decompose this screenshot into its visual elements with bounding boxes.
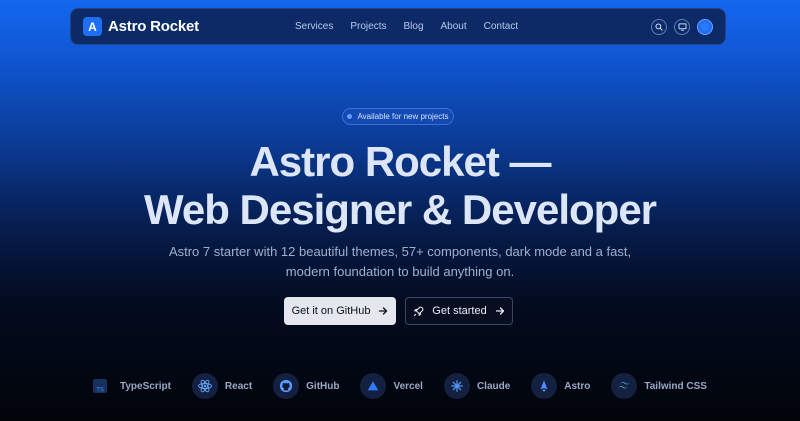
tech-item-typescript: TS TypeScript [87,373,171,399]
status-dot-icon [347,114,353,119]
availability-badge-text: Available for new projects [357,112,449,121]
search-icon [655,22,663,31]
hero-subtitle-line-2: modern foundation to build anything on. [285,264,515,279]
arrow-right-icon [495,307,504,315]
rocket-icon [414,306,424,316]
theme-toggle-button[interactable] [697,18,713,35]
tech-item-vercel: Vercel [360,373,423,399]
react-icon [191,373,218,399]
nav-link-projects[interactable]: Projects [350,21,386,32]
tailwind-icon [611,373,638,399]
github-cta-label: Get it on GitHub [291,305,371,317]
typescript-icon: TS [87,373,113,399]
nav-link-contact[interactable]: Contact [484,21,518,32]
svg-text:TS: TS [96,388,104,394]
tech-item-tailwind: Tailwind CSS [611,373,707,399]
tech-label: Astro [564,380,591,392]
github-cta-button[interactable]: Get it on GitHub [284,297,396,325]
hero-subtitle-line-1: Astro 7 starter with 12 beautiful themes… [168,244,632,259]
search-button[interactable] [651,18,667,35]
tech-item-astro: Astro [531,373,590,399]
theme-dot-icon [701,22,709,31]
tech-label: Claude [476,380,511,392]
hero-title: Astro Rocket — Web Designer & Developer [0,138,800,234]
vercel-icon [360,373,387,399]
display-mode-button[interactable] [674,18,690,35]
tech-item-github: GitHub [273,373,339,399]
astro-icon [531,373,558,399]
logo-icon: A [83,17,102,36]
tech-item-react: React [191,373,253,399]
github-icon [273,373,300,399]
hero-title-line-1: Astro Rocket — [249,138,551,185]
arrow-right-icon [379,307,388,315]
claude-icon [443,373,470,399]
tech-label: TypeScript [120,380,171,392]
availability-badge: Available for new projects [342,108,454,125]
tech-label: Tailwind CSS [644,380,707,392]
tech-label: React [224,380,253,392]
hero-subtitle: Astro 7 starter with 12 beautiful themes… [0,242,800,282]
nav-link-about[interactable]: About [441,21,467,32]
tech-stack-row: TS TypeScript React GitHub Vercel Claude… [87,373,707,399]
top-navbar: A Astro Rocket Services Projects Blog Ab… [70,8,726,45]
nav-link-services[interactable]: Services [295,21,333,32]
tech-item-claude: Claude [443,373,511,399]
brand-name: Astro Rocket [108,18,199,35]
tech-label: Vercel [393,380,423,392]
get-started-button[interactable]: Get started [405,297,513,325]
monitor-icon [677,22,687,31]
get-started-label: Get started [432,305,487,317]
tech-label: GitHub [306,380,340,392]
main-menu: Services Projects Blog About Contact [295,21,518,32]
brand-link[interactable]: A Astro Rocket [83,17,199,36]
nav-actions [651,18,713,35]
nav-link-blog[interactable]: Blog [403,21,423,32]
hero-title-line-2: Web Designer & Developer [143,186,657,233]
